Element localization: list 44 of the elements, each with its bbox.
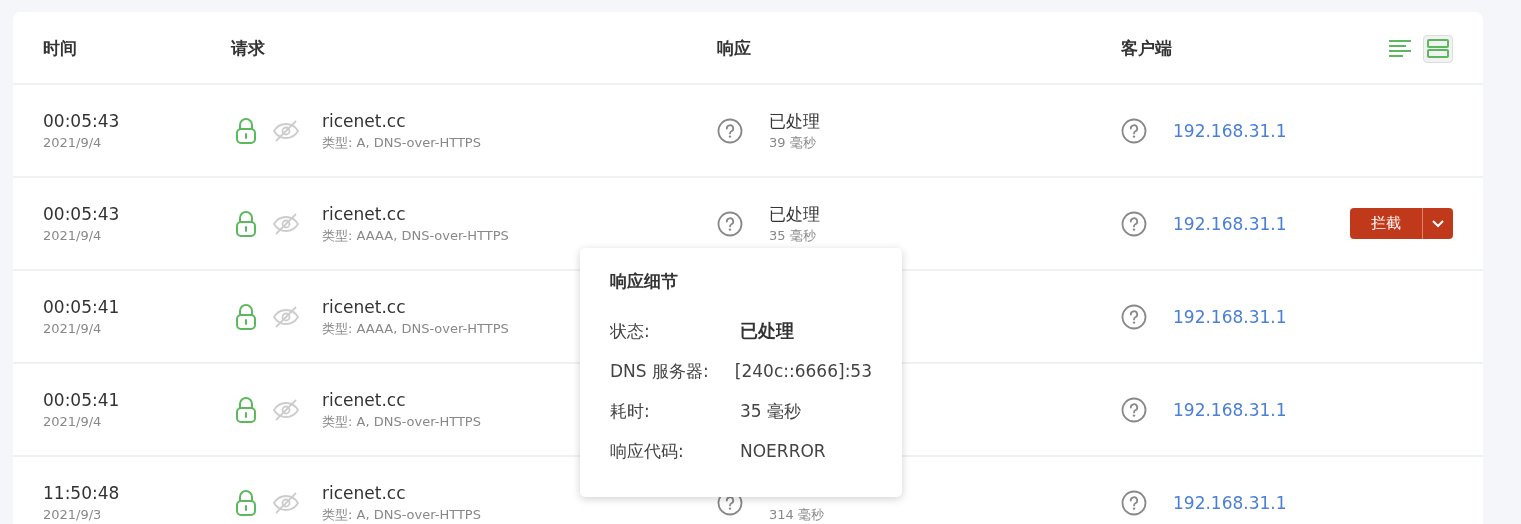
elapsed-text: 39 毫秒 <box>769 133 817 152</box>
time-text: 00:05:41 <box>43 295 120 319</box>
field-label: DNS 服务器: <box>610 359 710 383</box>
client-ip-link[interactable]: 192.168.31.1 <box>1173 120 1287 141</box>
field-label: 耗时: <box>610 399 651 423</box>
field-value: [240c::6666]:53 <box>734 361 872 381</box>
popup-title: 响应细节 <box>610 270 679 293</box>
field-value: 已处理 <box>740 319 794 343</box>
date-text: 2021/9/4 <box>43 133 102 152</box>
block-button[interactable]: 拦截 <box>1350 208 1422 239</box>
time-text: 00:05:43 <box>43 109 120 133</box>
field-value: NOERROR <box>740 441 826 461</box>
field-label: 响应代码: <box>610 439 685 463</box>
date-text: 2021/9/4 <box>43 226 102 245</box>
domain-text: ricenet.cc <box>322 109 407 133</box>
date-text: 2021/9/4 <box>43 412 102 431</box>
time-text: 00:05:43 <box>43 202 120 226</box>
field-value: 35 毫秒 <box>740 399 802 423</box>
elapsed-text: 35 毫秒 <box>769 226 817 245</box>
domain-text: ricenet.cc <box>322 202 407 226</box>
domain-text: ricenet.cc <box>322 388 407 412</box>
query-type-text: 类型: A, DNS-over-HTTPS <box>322 412 481 431</box>
query-type-text: 类型: A, DNS-over-HTTPS <box>322 133 481 152</box>
status-text: 已处理 <box>769 109 820 133</box>
query-type-text: 类型: AAAA, DNS-over-HTTPS <box>322 319 509 338</box>
column-header: 响应 <box>717 37 752 60</box>
time-text: 11:50:48 <box>43 481 120 505</box>
column-header: 时间 <box>43 37 78 60</box>
domain-text: ricenet.cc <box>322 481 407 505</box>
date-text: 2021/9/3 <box>43 505 102 524</box>
client-ip-link[interactable]: 192.168.31.1 <box>1173 492 1287 513</box>
query-type-text: 类型: AAAA, DNS-over-HTTPS <box>322 226 509 245</box>
field-label: 状态: <box>610 319 651 343</box>
client-ip-link[interactable]: 192.168.31.1 <box>1173 306 1287 327</box>
column-header: 请求 <box>231 37 266 60</box>
elapsed-text: 314 毫秒 <box>769 505 824 524</box>
client-ip-link[interactable]: 192.168.31.1 <box>1173 399 1287 420</box>
query-type-text: 类型: A, DNS-over-HTTPS <box>322 505 481 524</box>
time-text: 00:05:41 <box>43 388 120 412</box>
client-ip-link[interactable]: 192.168.31.1 <box>1173 213 1287 234</box>
domain-text: ricenet.cc <box>322 295 407 319</box>
date-text: 2021/9/4 <box>43 319 102 338</box>
column-header: 客户端 <box>1121 37 1173 60</box>
status-text: 已处理 <box>769 202 820 226</box>
